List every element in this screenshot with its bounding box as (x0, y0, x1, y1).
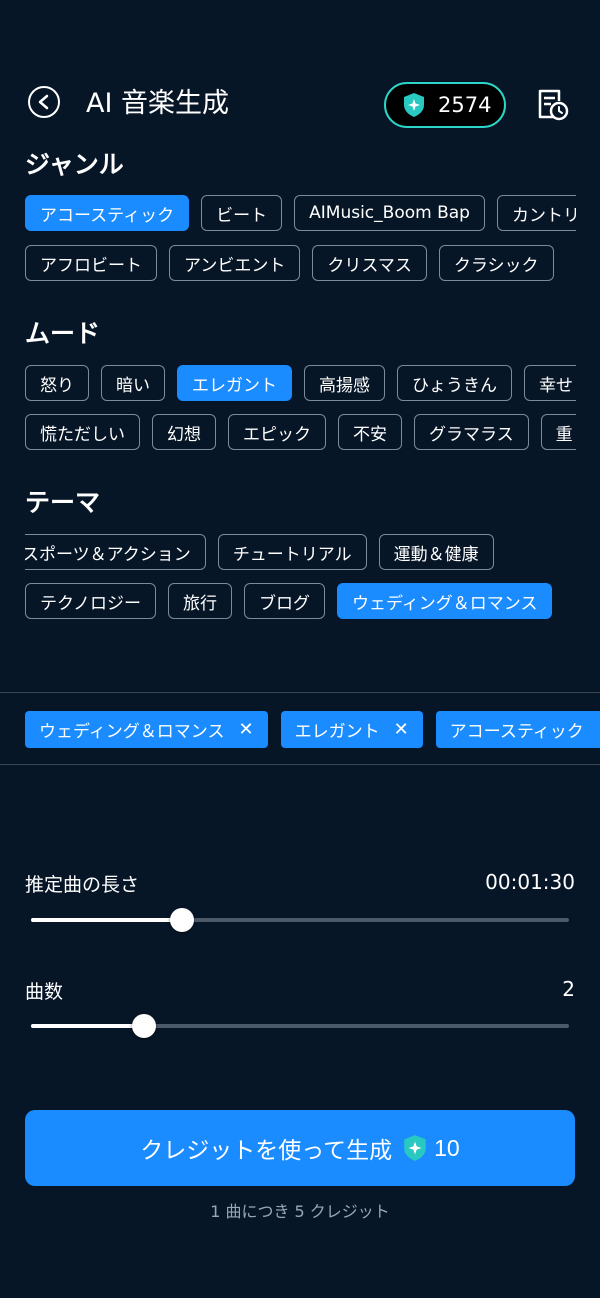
history-icon (538, 89, 569, 121)
mood-chip-anxiety[interactable]: 不安 (338, 414, 402, 450)
count-value: 2 (562, 977, 575, 1001)
genre-title: ジャンル (25, 150, 124, 179)
theme-title: テーマ (25, 488, 101, 517)
mood-chip-heavy[interactable]: 重 (540, 414, 576, 450)
theme-row-1: スポーツ＆アクション チュートリアル 運動＆健康 (25, 534, 576, 572)
mood-chip-happy[interactable]: 幸せ (524, 365, 576, 401)
theme-chip-tutorial[interactable]: チュートリアル (217, 534, 367, 570)
genre-chip-christmas[interactable]: クリスマス (312, 245, 427, 281)
mood-chip-dark[interactable]: 暗い (101, 365, 165, 401)
selected-tags: ウェディング＆ロマンス ✕ エレガント ✕ アコースティック ✕ (25, 711, 600, 749)
divider-bottom (0, 764, 600, 765)
page-title: AI 音楽生成 (86, 88, 230, 119)
credit-count: 2574 (438, 93, 492, 117)
genre-chip-acoustic[interactable]: アコースティック (25, 195, 190, 231)
mood-chip-glamorous[interactable]: グラマラス (414, 414, 529, 450)
theme-chip-wedding-romance[interactable]: ウェディング＆ロマンス (336, 583, 553, 619)
duration-label: 推定曲の長さ (25, 874, 140, 896)
mood-row-2: 慌ただしい 幻想 エピック 不安 グラマラス 重 (25, 414, 576, 452)
genre-chip-boom-bap[interactable]: AIMusic_Boom Bap (294, 195, 485, 231)
selected-tag-label: ウェディング＆ロマンス (39, 722, 225, 742)
count-slider[interactable] (31, 1014, 569, 1038)
genre-chip-country[interactable]: カントリー (496, 195, 576, 231)
mood-chip-anger[interactable]: 怒り (25, 365, 89, 401)
mood-chip-epic[interactable]: エピック (228, 414, 326, 450)
selected-tag[interactable]: ウェディング＆ロマンス ✕ (25, 711, 268, 748)
duration-slider-fill (31, 918, 182, 922)
duration-value: 00:01:30 (485, 870, 575, 894)
mood-chip-fantasy[interactable]: 幻想 (152, 414, 216, 450)
theme-chip-blog[interactable]: ブログ (243, 583, 325, 619)
close-icon[interactable]: ✕ (394, 720, 409, 739)
duration-slider[interactable] (31, 908, 569, 932)
divider-top (0, 692, 600, 693)
theme-chip-technology[interactable]: テクノロジー (25, 583, 156, 619)
mood-row-1: 怒り 暗い エレガント 高揚感 ひょうきん 幸せ (25, 365, 576, 403)
mood-chip-uplifting[interactable]: 高揚感 (304, 365, 385, 401)
theme-chip-travel[interactable]: 旅行 (167, 583, 232, 619)
chevron-left-icon (38, 94, 49, 110)
genre-row-1: アコースティック ビート AIMusic_Boom Bap カントリー (25, 195, 576, 233)
generate-button[interactable]: クレジットを使って生成 10 (25, 1110, 575, 1186)
mood-chip-elegant[interactable]: エレガント (177, 365, 292, 401)
theme-row-2: テクノロジー 旅行 ブログ ウェディング＆ロマンス (25, 583, 576, 621)
credit-shield-icon (404, 1135, 426, 1161)
generate-cost: 10 (434, 1134, 460, 1161)
selected-tag-label: エレガント (294, 722, 380, 742)
genre-chip-beat[interactable]: ビート (201, 195, 283, 231)
mood-chip-funny[interactable]: ひょうきん (397, 365, 512, 401)
selected-tag[interactable]: エレガント ✕ (280, 711, 423, 748)
genre-chip-classical[interactable]: クラシック (438, 245, 554, 281)
mood-title: ムード (25, 319, 101, 348)
generate-button-label: クレジットを使って生成 (140, 1137, 393, 1163)
back-button[interactable] (28, 86, 60, 118)
credit-shield-icon (404, 93, 424, 117)
mood-chip-hectic[interactable]: 慌ただしい (25, 414, 140, 450)
credit-balance[interactable]: 2574 (384, 82, 506, 128)
theme-chip-fitness[interactable]: 運動＆健康 (378, 534, 494, 570)
close-icon[interactable]: ✕ (238, 720, 253, 739)
genre-chip-afrobeat[interactable]: アフロビート (25, 245, 157, 281)
history-button[interactable] (535, 87, 569, 123)
selected-tag-label: アコースティック (449, 722, 584, 742)
count-slider-fill (31, 1024, 144, 1028)
duration-slider-thumb[interactable] (169, 908, 194, 932)
count-slider-thumb[interactable] (131, 1014, 156, 1038)
count-label: 曲数 (25, 981, 64, 1003)
genre-row-2: アフロビート アンビエント クリスマス クラシック (25, 245, 576, 283)
theme-chip-sports-action[interactable]: スポーツ＆アクション (25, 534, 206, 570)
genre-chip-ambient[interactable]: アンビエント (169, 245, 301, 281)
credit-note: 1 曲につき 5 クレジット (210, 1202, 390, 1221)
selected-tag[interactable]: アコースティック ✕ (435, 711, 600, 748)
